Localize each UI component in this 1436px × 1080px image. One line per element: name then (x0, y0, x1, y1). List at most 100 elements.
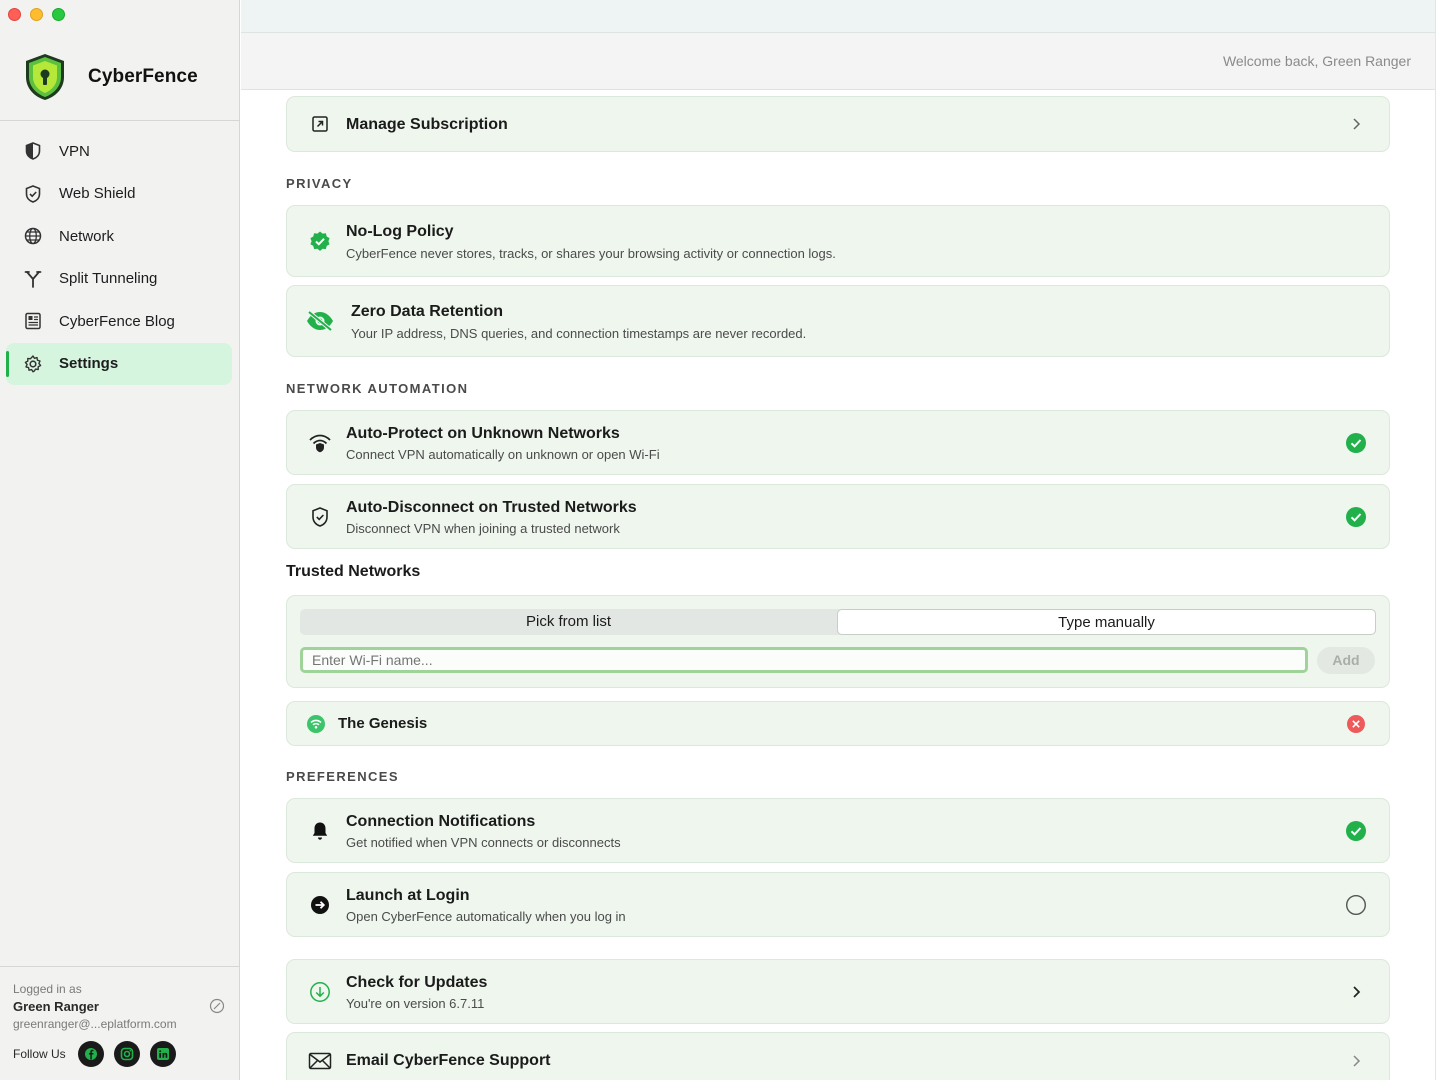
user-email: greenranger@...eplatform.com (13, 1017, 177, 1031)
gear-icon (24, 354, 42, 372)
auto-protect-toggle[interactable] (1345, 432, 1367, 454)
checkmark-circle-icon (1346, 506, 1366, 527)
zoom-window-button[interactable] (52, 8, 65, 21)
tab-pick-from-list[interactable]: Pick from list (300, 609, 837, 635)
no-log-policy-title: No-Log Policy (346, 223, 454, 240)
arrow-right-circle-icon (308, 893, 332, 917)
cyberfence-logo-icon (26, 54, 64, 100)
external-link-icon (308, 112, 332, 136)
preferences-section-label: PREFERENCES (286, 769, 399, 784)
split-icon (24, 270, 42, 288)
launch-at-login-subtitle: Open CyberFence automatically when you l… (346, 909, 626, 924)
no-log-policy-card: No-Log Policy CyberFence never stores, t… (286, 205, 1390, 277)
auto-protect-title: Auto-Protect on Unknown Networks (346, 425, 620, 442)
check-for-updates-title: Check for Updates (346, 974, 488, 991)
sidebar-item-settings[interactable]: Settings (6, 342, 232, 385)
empty-circle-icon (1345, 894, 1367, 915)
privacy-section-label: PRIVACY (286, 176, 353, 191)
network-automation-section-label: NETWORK AUTOMATION (286, 381, 469, 396)
logout-icon[interactable] (209, 998, 225, 1014)
sidebar-item-label: Web Shield (59, 185, 136, 202)
close-window-button[interactable] (8, 8, 21, 21)
auto-protect-subtitle: Connect VPN automatically on unknown or … (346, 447, 660, 462)
envelope-icon (308, 1049, 332, 1073)
check-for-updates-row[interactable]: Check for Updates You're on version 6.7.… (286, 959, 1390, 1024)
trusted-network-name: The Genesis (338, 715, 428, 732)
bell-icon (308, 819, 332, 843)
minimize-window-button[interactable] (30, 8, 43, 21)
zero-data-retention-title: Zero Data Retention (351, 303, 504, 320)
wifi-name-input[interactable] (300, 647, 1308, 673)
download-circle-icon (308, 980, 332, 1004)
auto-disconnect-row[interactable]: Auto-Disconnect on Trusted Networks Disc… (286, 484, 1390, 549)
remove-x-icon (1347, 714, 1365, 733)
newspaper-icon (25, 312, 41, 330)
tab-type-manually[interactable]: Type manually (837, 609, 1376, 635)
remove-network-button[interactable] (1345, 713, 1367, 735)
email-support-row[interactable]: Email CyberFence Support (286, 1032, 1390, 1080)
trusted-network-item: The Genesis (286, 701, 1390, 746)
user-info: Logged in as Green Ranger greenranger@..… (13, 982, 228, 1031)
sidebar-item-cyberfence-blog[interactable]: CyberFence Blog (6, 300, 232, 342)
email-support-title: Email CyberFence Support (346, 1052, 551, 1069)
manage-subscription-row[interactable]: Manage Subscription (286, 96, 1390, 152)
window-controls (8, 8, 65, 21)
auto-protect-row[interactable]: Auto-Protect on Unknown Networks Connect… (286, 410, 1390, 475)
connection-notifications-subtitle: Get notified when VPN connects or discon… (346, 835, 621, 850)
facebook-icon[interactable] (77, 1041, 104, 1067)
checkmark-circle-icon (1346, 432, 1366, 453)
instagram-icon[interactable] (113, 1041, 140, 1067)
brand-name: CyberFence (88, 66, 198, 87)
chevron-right-icon (1345, 981, 1367, 1003)
launch-at-login-row[interactable]: Launch at Login Open CyberFence automati… (286, 872, 1390, 937)
checkmark-circle-icon (1346, 820, 1366, 841)
sidebar: CyberFence VPN Web Shield Network Split … (0, 0, 240, 1080)
sidebar-item-label: VPN (59, 142, 90, 160)
trusted-networks-mode-selector: Pick from list Type manually (300, 609, 1376, 635)
no-log-policy-subtitle: CyberFence never stores, tracks, or shar… (346, 246, 836, 261)
sidebar-divider (0, 120, 240, 121)
chevron-right-icon (1345, 1050, 1367, 1072)
manage-subscription-label: Manage Subscription (346, 116, 508, 133)
sidebar-item-vpn[interactable]: VPN (6, 130, 232, 172)
follow-us-label: Follow Us (13, 1047, 66, 1061)
sidebar-item-label: CyberFence Blog (59, 312, 175, 330)
follow-us: Follow Us (13, 1041, 176, 1067)
shield-check-icon (308, 505, 332, 529)
sidebar-item-label: Settings (59, 355, 119, 372)
main-content: Welcome back, Green Ranger Manage Subscr… (241, 0, 1436, 1080)
sidebar-item-web-shield[interactable]: Web Shield (6, 173, 232, 215)
globe-icon (24, 227, 42, 245)
sidebar-item-network[interactable]: Network (6, 215, 232, 257)
title-bar (241, 0, 1436, 33)
launch-at-login-title: Launch at Login (346, 887, 470, 904)
trusted-networks-heading: Trusted Networks (286, 563, 421, 580)
auto-disconnect-subtitle: Disconnect VPN when joining a trusted ne… (346, 521, 620, 536)
wifi-icon (304, 712, 328, 736)
sidebar-nav: VPN Web Shield Network Split Tunneling C… (6, 130, 232, 385)
linkedin-icon[interactable] (149, 1041, 176, 1067)
verified-badge-icon (308, 229, 332, 253)
sidebar-item-label: Split Tunneling (59, 270, 158, 287)
shield-check-icon (25, 184, 41, 203)
chevron-right-icon (1345, 113, 1367, 135)
header: Welcome back, Green Ranger (241, 33, 1436, 90)
connection-notifications-row[interactable]: Connection Notifications Get notified wh… (286, 798, 1390, 863)
sidebar-item-split-tunneling[interactable]: Split Tunneling (6, 258, 232, 300)
add-network-button[interactable]: Add (1317, 647, 1375, 674)
logged-in-label: Logged in as (13, 982, 82, 996)
launch-at-login-toggle[interactable] (1345, 894, 1367, 916)
zero-data-retention-subtitle: Your IP address, DNS queries, and connec… (351, 326, 807, 341)
welcome-message: Welcome back, Green Ranger (1222, 53, 1411, 69)
brand: CyberFence (22, 52, 198, 102)
eye-off-icon (305, 309, 335, 333)
auto-disconnect-title: Auto-Disconnect on Trusted Networks (346, 499, 637, 516)
half-shield-icon (25, 142, 41, 160)
connection-notifications-toggle[interactable] (1345, 820, 1367, 842)
auto-disconnect-toggle[interactable] (1345, 506, 1367, 528)
sidebar-footer-divider (0, 966, 240, 967)
sidebar-item-label: Network (59, 227, 115, 245)
user-name: Green Ranger (13, 999, 99, 1014)
check-for-updates-subtitle: You're on version 6.7.11 (346, 996, 485, 1011)
connection-notifications-title: Connection Notifications (346, 813, 536, 830)
